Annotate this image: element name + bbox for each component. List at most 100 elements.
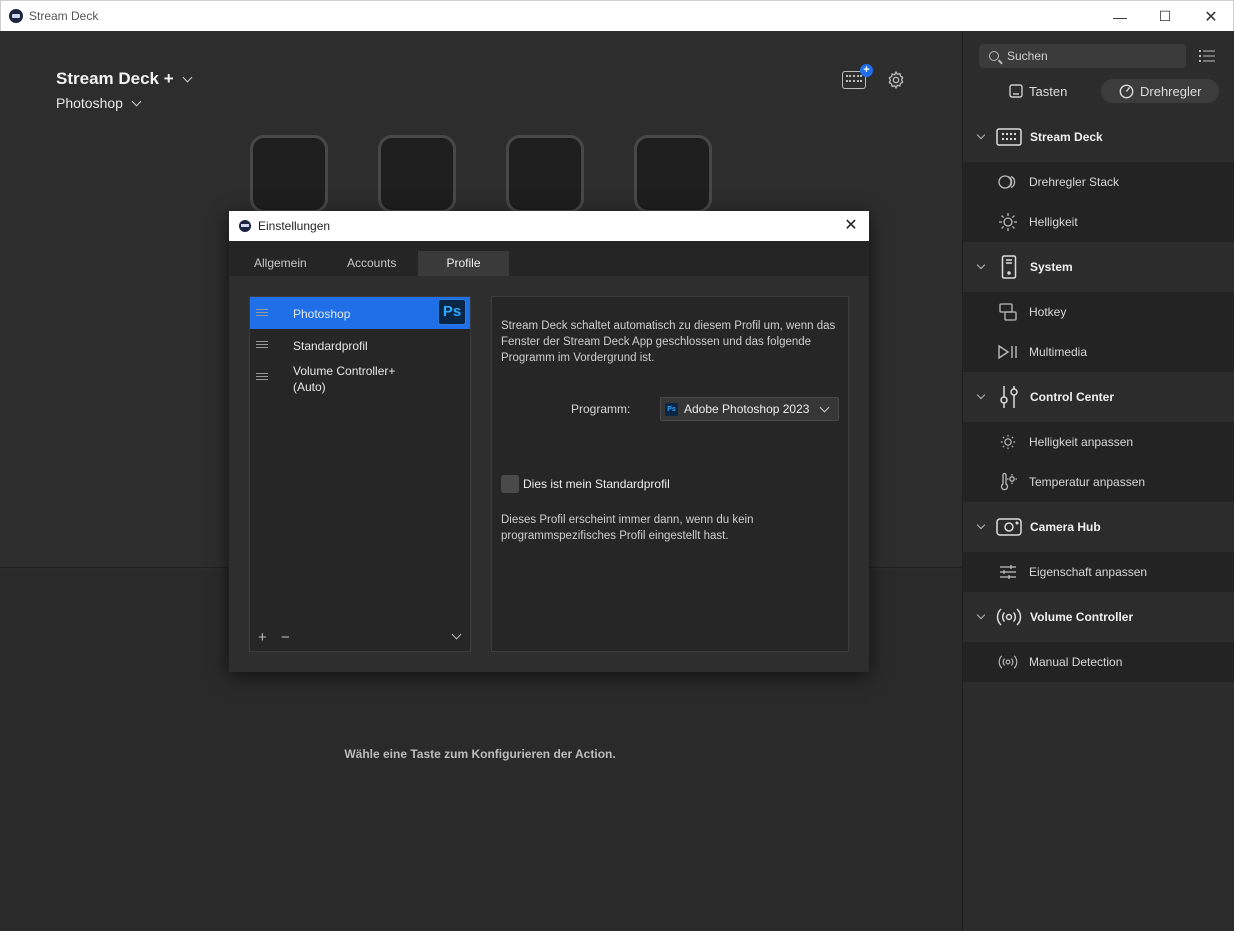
- profile-label-sub: (Auto): [293, 380, 326, 394]
- photoshop-icon: Ps: [438, 299, 466, 325]
- header-actions: +: [842, 64, 906, 90]
- action-label: Hotkey: [1029, 305, 1067, 319]
- tab-tasten-label: Tasten: [1029, 83, 1068, 99]
- window-titlebar: Stream Deck — ☐ ✕: [0, 0, 1234, 31]
- chevron-down-icon: [976, 390, 986, 400]
- chevron-down-icon: [182, 72, 193, 82]
- add-device-icon[interactable]: +: [842, 64, 873, 89]
- action-label: Temperatur anpassen: [1029, 475, 1146, 489]
- action-label: Multimedia: [1029, 345, 1088, 359]
- chevron-down-icon: [819, 402, 830, 413]
- category-volume-controller[interactable]: Volume Controller: [963, 592, 1234, 642]
- profile-details: Stream Deck schaltet automatisch zu dies…: [491, 296, 849, 652]
- tab-drehregler[interactable]: Drehregler: [1101, 79, 1219, 103]
- profile-label: Photoshop: [293, 307, 351, 321]
- action-temperatur-anpassen[interactable]: Temperatur anpassen: [963, 462, 1234, 502]
- tab-tasten[interactable]: Tasten: [1009, 79, 1067, 103]
- stream-deck-key[interactable]: [378, 135, 456, 213]
- category-label: Camera Hub: [1030, 520, 1101, 534]
- chevron-down-icon: [976, 610, 986, 620]
- dialog-titlebar: Einstellungen ✕: [229, 211, 869, 241]
- sun-icon: [997, 431, 1019, 453]
- profile-selector[interactable]: Photoshop: [56, 95, 142, 111]
- close-window-button[interactable]: ✕: [1188, 1, 1234, 32]
- stream-deck-key[interactable]: [634, 135, 712, 213]
- dialog-title: Einstellungen: [258, 219, 331, 233]
- close-icon[interactable]: ✕: [841, 216, 861, 236]
- photoshop-icon: Ps: [665, 402, 678, 416]
- gear-icon[interactable]: [886, 70, 906, 90]
- default-profile-description: Dieses Profil erscheint immer dann, wenn…: [501, 514, 754, 542]
- device-selector[interactable]: Stream Deck +: [56, 69, 193, 89]
- list-view-icon[interactable]: [1199, 49, 1215, 63]
- drag-handle-icon[interactable]: [256, 309, 268, 316]
- sliders-icon: [996, 384, 1022, 410]
- program-select[interactable]: Ps Adobe Photoshop 2023: [660, 397, 839, 421]
- stream-deck-icon: [996, 124, 1022, 150]
- category-system[interactable]: System: [963, 242, 1234, 292]
- action-label: Helligkeit: [1029, 215, 1078, 229]
- tab-drehregler-label: Drehregler: [1140, 83, 1202, 99]
- search-icon: [989, 51, 999, 61]
- hotkey-icon: [997, 301, 1019, 323]
- settings-dialog: Einstellungen ✕ Allgemein Accounts Profi…: [229, 211, 869, 672]
- device-name: Stream Deck +: [56, 69, 174, 88]
- chevron-down-icon: [131, 96, 142, 106]
- stream-deck-app-icon: [9, 9, 23, 23]
- add-profile-button[interactable]: +: [258, 629, 267, 646]
- profile-list: Photoshop Ps Standardprofil Volume Contr…: [249, 296, 471, 652]
- chevron-down-icon: [976, 130, 986, 140]
- action-label: Manual Detection: [1029, 655, 1123, 669]
- action-label: Helligkeit anpassen: [1029, 435, 1134, 449]
- search-input[interactable]: [1007, 49, 1177, 63]
- action-manual-detection[interactable]: Manual Detection: [963, 642, 1234, 682]
- camera-icon: [996, 514, 1022, 540]
- drag-handle-icon[interactable]: [256, 341, 268, 348]
- maximize-button[interactable]: ☐: [1142, 1, 1188, 32]
- tab-profile[interactable]: Profile: [418, 251, 509, 276]
- stream-deck-key[interactable]: [250, 135, 328, 213]
- program-value: Adobe Photoshop 2023: [684, 402, 810, 416]
- action-drehregler-stack[interactable]: Drehregler Stack: [963, 162, 1234, 202]
- search-box[interactable]: [979, 44, 1186, 68]
- sun-icon: [997, 211, 1019, 233]
- tab-allgemein[interactable]: Allgemein: [244, 251, 317, 276]
- action-multimedia[interactable]: Multimedia: [963, 332, 1234, 372]
- default-profile-label[interactable]: Dies ist mein Standardprofil: [523, 477, 670, 491]
- profile-item-standardprofil[interactable]: Standardprofil: [250, 329, 470, 361]
- chevron-down-icon[interactable]: [451, 629, 462, 640]
- profile-label: Volume Controller+: [293, 364, 396, 378]
- action-helligkeit[interactable]: Helligkeit: [963, 202, 1234, 242]
- action-eigenschaft-anpassen[interactable]: Eigenschaft anpassen: [963, 552, 1234, 592]
- default-profile-checkbox[interactable]: [501, 475, 519, 493]
- category-label: Volume Controller: [1030, 610, 1134, 624]
- category-stream-deck[interactable]: Stream Deck: [963, 112, 1234, 162]
- window-title: Stream Deck: [29, 9, 99, 23]
- play-pause-icon: [997, 341, 1019, 363]
- tab-accounts[interactable]: Accounts: [337, 251, 406, 276]
- profile-item-photoshop[interactable]: Photoshop Ps: [250, 297, 470, 329]
- minimize-button[interactable]: —: [1097, 1, 1143, 32]
- program-label: Programm:: [571, 402, 631, 416]
- drag-handle-icon[interactable]: [256, 373, 268, 380]
- broadcast-icon: [997, 651, 1019, 673]
- action-helligkeit-anpassen[interactable]: Helligkeit anpassen: [963, 422, 1234, 462]
- category-control-center[interactable]: Control Center: [963, 372, 1234, 422]
- stream-deck-key[interactable]: [506, 135, 584, 213]
- action-label: Drehregler Stack: [1029, 175, 1120, 189]
- profile-list-footer: + −: [250, 625, 470, 651]
- chevron-down-icon: [976, 520, 986, 530]
- adjust-icon: [997, 561, 1019, 583]
- profile-item-volume-controller[interactable]: Volume Controller+ (Auto): [250, 361, 470, 401]
- auto-switch-description: Stream Deck schaltet automatisch zu dies…: [501, 320, 836, 364]
- dial-stack-icon: [997, 171, 1019, 193]
- category-camera-hub[interactable]: Camera Hub: [963, 502, 1234, 552]
- stream-deck-app-icon: [239, 220, 251, 232]
- broadcast-icon: [996, 604, 1022, 630]
- profile-label: Standardprofil: [293, 339, 368, 353]
- dialog-tabs: Allgemein Accounts Profile: [229, 241, 869, 276]
- action-hotkey[interactable]: Hotkey: [963, 292, 1234, 332]
- remove-profile-button[interactable]: −: [281, 629, 290, 646]
- thermometer-sun-icon: [997, 471, 1019, 493]
- configure-hint: Wähle eine Taste zum Konfigurieren der A…: [344, 747, 616, 761]
